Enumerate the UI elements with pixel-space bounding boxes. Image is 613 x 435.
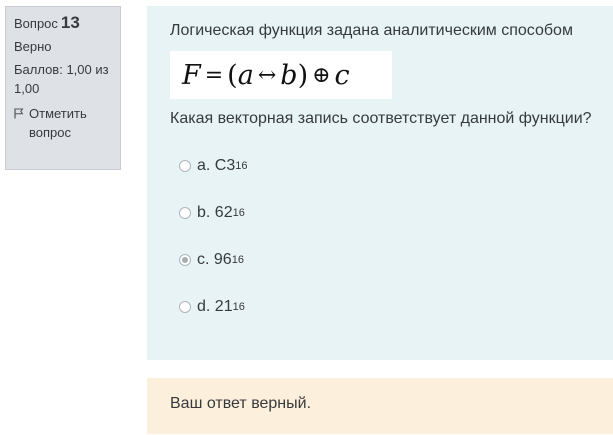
- answer-base: 16: [232, 206, 245, 219]
- answer-base: 16: [231, 253, 244, 266]
- answer-base: 16: [235, 159, 248, 172]
- formula-close-paren: ): [297, 59, 309, 91]
- answer-radio-a[interactable]: [179, 159, 191, 172]
- question-score: Баллов: 1,00 из 1,00: [14, 62, 109, 96]
- answer-letter: c.: [197, 250, 210, 268]
- formula-image: F = (a ↔ b) ⊕ c: [170, 51, 392, 99]
- answer-letter: d.: [197, 297, 211, 315]
- formula-xor: ⊕: [312, 62, 331, 88]
- answer-value: 21: [214, 297, 233, 315]
- formula-open-paren: (: [227, 59, 238, 91]
- flag-question-label: Отметить вопрос: [29, 106, 87, 140]
- formula-c: c: [334, 59, 350, 91]
- formula-b: b: [280, 59, 298, 91]
- answer-letter: a.: [197, 156, 211, 174]
- question-number-heading: Вопрос 13: [14, 13, 112, 33]
- answer-base: 16: [232, 300, 245, 313]
- answer-value: C3: [214, 156, 236, 174]
- question-label: Вопрос: [14, 16, 58, 31]
- answer-option-d[interactable]: d. 21 16: [170, 283, 613, 330]
- question-status: Верно: [14, 39, 52, 54]
- question-content: Логическая функция задана аналитическим …: [147, 6, 613, 360]
- answer-value: 62: [214, 203, 233, 221]
- answer-letter: b.: [197, 203, 211, 221]
- question-number: 13: [60, 13, 80, 32]
- question-info-panel: Вопрос 13 Верно Баллов: 1,00 из 1,00 Отме…: [5, 6, 121, 170]
- flag-question-link[interactable]: Отметить вопрос: [14, 104, 112, 142]
- question-text: Логическая функция задана аналитическим …: [170, 22, 573, 39]
- formula-equals: =: [204, 62, 224, 88]
- answer-value: 96: [213, 250, 232, 268]
- answer-feedback: Ваш ответ верный.: [147, 378, 613, 434]
- formula-equivalence: ↔: [257, 62, 277, 88]
- answer-option-a[interactable]: a. C3 16: [170, 142, 613, 189]
- answer-options: a. C3 16 b. 62 16 c. 96 16 d. 21 16: [170, 142, 613, 330]
- answer-option-c[interactable]: c. 96 16: [170, 236, 613, 283]
- formula-a: a: [237, 59, 254, 91]
- question-prompt: Какая векторная запись соответствует дан…: [170, 110, 592, 127]
- answer-option-b[interactable]: b. 62 16: [170, 189, 613, 236]
- answer-radio-b[interactable]: [179, 206, 191, 219]
- answer-radio-d[interactable]: [179, 300, 191, 313]
- flag-icon: [14, 108, 24, 119]
- formula-f: F: [182, 59, 201, 91]
- answer-radio-c[interactable]: [179, 253, 191, 266]
